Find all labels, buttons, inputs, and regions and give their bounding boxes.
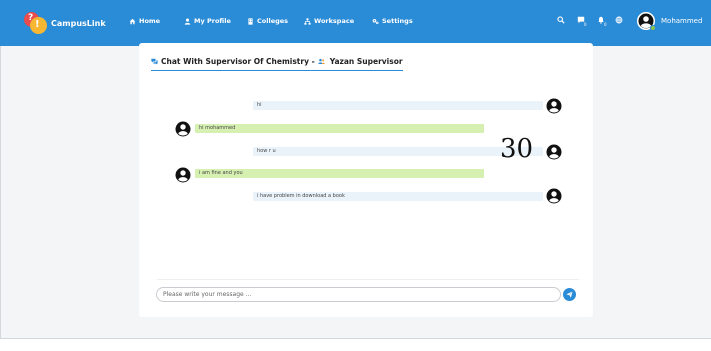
sitemap-icon (304, 17, 311, 25)
language-button[interactable] (615, 16, 625, 28)
avatar-icon (546, 98, 562, 114)
messages-button[interactable]: 0 (577, 16, 587, 28)
brand-name[interactable]: CampusLink (51, 19, 106, 28)
chat-message-outgoing: hi mohammed (195, 124, 484, 133)
supervisor-avatar (546, 188, 562, 204)
home-icon (129, 18, 136, 24)
message-text: hi (257, 102, 262, 108)
message-text: hi mohammed (199, 125, 236, 131)
globe-icon (615, 16, 623, 24)
user-name[interactable]: Mohammed (661, 17, 702, 25)
nav-settings[interactable]: Settings (372, 17, 413, 25)
supervisor-icon (318, 58, 325, 64)
nav-workspace[interactable]: Workspace (304, 17, 354, 25)
page-footer (0, 338, 711, 351)
own-avatar (175, 167, 191, 183)
send-button[interactable] (563, 288, 576, 301)
chat-title-text: Chat With Supervisor Of Chemistry - (161, 57, 315, 66)
chat-card: Chat With Supervisor Of Chemistry - Yaza… (139, 43, 593, 317)
nav-colleges[interactable]: Colleges (247, 17, 288, 25)
avatar-icon (175, 121, 191, 137)
chat-title: Chat With Supervisor Of Chemistry - Yaza… (151, 57, 403, 71)
comments-icon (151, 58, 158, 65)
search-button[interactable] (557, 16, 567, 28)
user-icon (184, 18, 191, 25)
nav-workspace-label: Workspace (314, 17, 355, 25)
supervisor-avatar (546, 144, 562, 160)
supervisor-name: Yazan Supervisor (329, 57, 403, 66)
own-avatar (175, 121, 191, 137)
chat-message-incoming: hi (253, 101, 543, 110)
user-menu[interactable]: Mohammed (637, 12, 702, 31)
nav-home-label: Home (139, 17, 161, 25)
message-text: i am fine and you (199, 170, 243, 176)
input-divider (157, 279, 579, 280)
brand[interactable]: ? ! CampusLink (24, 12, 106, 34)
send-icon (566, 291, 573, 298)
avatar-icon (175, 167, 191, 183)
avatar (637, 12, 656, 31)
online-status-dot (650, 25, 656, 31)
campuslink-logo: ? ! (24, 12, 47, 34)
nav-my-profile[interactable]: My Profile (184, 17, 231, 25)
overlay-number: 30 (500, 134, 534, 164)
gears-icon (372, 18, 379, 24)
message-text: how r u (257, 148, 276, 154)
logo-exclamation-mark: ! (35, 19, 40, 30)
avatar-icon (546, 144, 562, 160)
messages-count: 0 (584, 22, 587, 27)
nav-my-profile-label: My Profile (194, 17, 231, 25)
notifications-count: 0 (604, 22, 607, 27)
chat-message-incoming: i have problem in download a book (253, 192, 543, 201)
avatar-icon (546, 188, 562, 204)
message-input[interactable] (156, 287, 561, 302)
supervisor-avatar (546, 98, 562, 114)
nav-home[interactable]: Home (129, 17, 160, 25)
message-text: i have problem in download a book (257, 193, 345, 199)
search-icon (557, 16, 565, 24)
nav-colleges-label: Colleges (257, 17, 289, 25)
nav-settings-label: Settings (382, 17, 413, 25)
top-navbar: ? ! CampusLink Home My Profile Colleges … (0, 0, 711, 46)
building-icon (248, 17, 253, 25)
chat-message-outgoing: i am fine and you (195, 169, 484, 178)
notifications-button[interactable]: 0 (597, 16, 607, 28)
